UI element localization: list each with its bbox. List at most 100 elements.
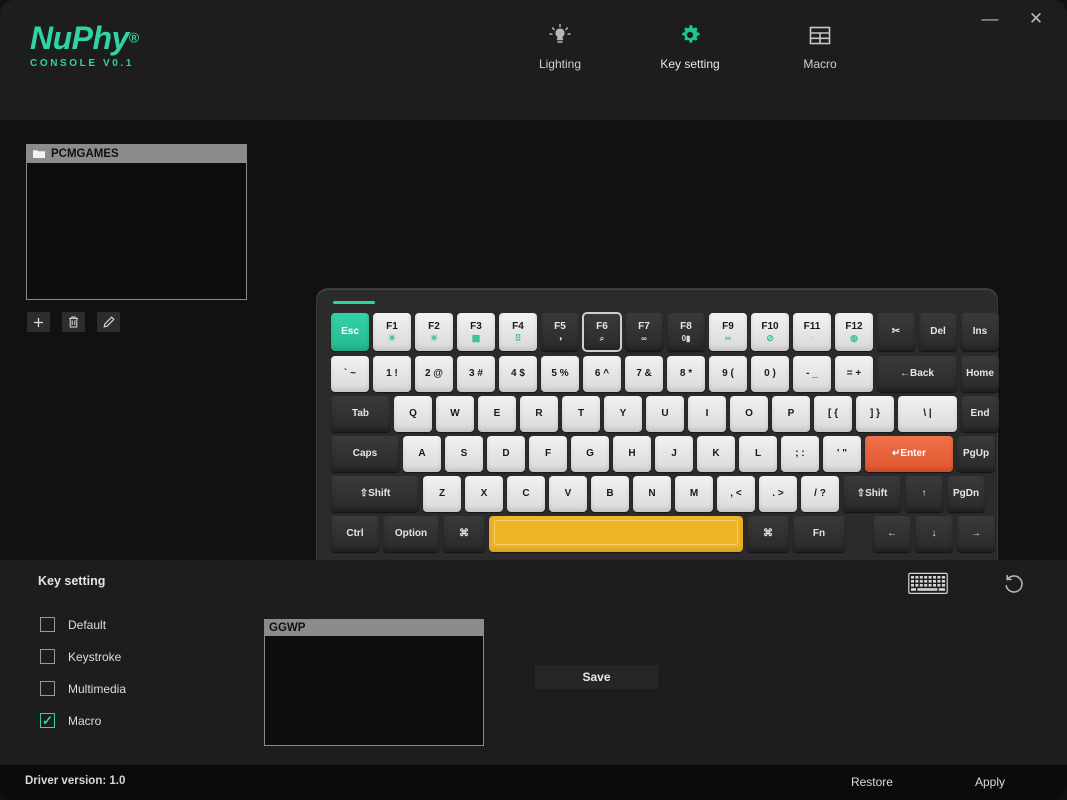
key-f2[interactable]: F2 ☀ <box>415 313 453 351</box>
key-r[interactable]: R <box>520 396 558 432</box>
key-space[interactable]: ; : <box>781 436 819 472</box>
option-keystroke[interactable]: Keystroke <box>40 649 126 664</box>
key-f3[interactable]: F3 ▩ <box>457 313 495 351</box>
key-z[interactable]: Z <box>423 476 461 512</box>
key-space[interactable]: . > <box>759 476 797 512</box>
key-a[interactable]: A <box>403 436 441 472</box>
key-f12[interactable]: F12 ◍ <box>835 313 873 351</box>
key-3[interactable]: 3 # <box>457 356 495 392</box>
key-ins[interactable]: Ins <box>961 313 999 351</box>
key-fn[interactable]: Fn <box>793 516 845 552</box>
key-e[interactable]: E <box>478 396 516 432</box>
key-home[interactable]: Home <box>961 356 999 392</box>
key-u[interactable]: U <box>646 396 684 432</box>
key-f[interactable]: F <box>529 436 567 472</box>
key-caps[interactable]: Caps <box>331 436 399 472</box>
key-space[interactable]: , < <box>717 476 755 512</box>
key-1[interactable]: 1 ! <box>373 356 411 392</box>
nav-item-key-setting[interactable]: Key setting <box>650 22 730 71</box>
checkbox-default[interactable] <box>40 617 55 632</box>
key-v[interactable]: V <box>549 476 587 512</box>
key-l[interactable]: L <box>739 436 777 472</box>
key-k[interactable]: K <box>697 436 735 472</box>
reset-icon[interactable] <box>1003 573 1025 595</box>
key-4[interactable]: 4 $ <box>499 356 537 392</box>
key-f4[interactable]: F4 ⠿ <box>499 313 537 351</box>
key-x[interactable]: X <box>465 476 503 512</box>
checkbox-keystroke[interactable] <box>40 649 55 664</box>
key-i[interactable]: I <box>688 396 726 432</box>
key-m[interactable]: M <box>675 476 713 512</box>
key-pgdn[interactable]: PgDn <box>947 476 985 512</box>
key-space[interactable]: ← <box>873 516 911 552</box>
key-g[interactable]: G <box>571 436 609 472</box>
key-space[interactable]: [ { <box>814 396 852 432</box>
key-space[interactable]: \ | <box>898 396 957 432</box>
macro-list-item[interactable]: GGWP <box>265 620 483 636</box>
key-b[interactable]: B <box>591 476 629 512</box>
key-9[interactable]: 9 ( <box>709 356 747 392</box>
key-space[interactable]: ⌘ <box>747 516 789 552</box>
key-j[interactable]: J <box>655 436 693 472</box>
option-default[interactable]: Default <box>40 617 126 632</box>
nav-item-lighting[interactable]: Lighting <box>520 22 600 71</box>
key-5[interactable]: 5 % <box>541 356 579 392</box>
key-w[interactable]: W <box>436 396 474 432</box>
delete-profile-button[interactable] <box>62 312 85 332</box>
key-space[interactable]: ↓ <box>915 516 953 552</box>
key-6[interactable]: 6 ^ <box>583 356 621 392</box>
key-esc[interactable]: Esc <box>331 313 369 351</box>
key-c[interactable]: C <box>507 476 545 512</box>
key-space[interactable]: ` ~ <box>331 356 369 392</box>
option-macro[interactable]: Macro <box>40 713 126 728</box>
key-space[interactable]: → <box>957 516 995 552</box>
key-f11[interactable]: F11 ◌ <box>793 313 831 351</box>
key-shift[interactable]: ⇧Shift <box>331 476 419 512</box>
save-button[interactable]: Save <box>535 665 658 689</box>
key-tab[interactable]: Tab <box>331 396 390 432</box>
key-f9[interactable]: F9 ∞ <box>709 313 747 351</box>
key-end[interactable]: End <box>961 396 999 432</box>
key-f7[interactable]: F7 ∞ <box>625 313 663 351</box>
key-d[interactable]: D <box>487 436 525 472</box>
key-7[interactable]: 7 & <box>625 356 663 392</box>
key-y[interactable]: Y <box>604 396 642 432</box>
restore-button[interactable]: Restore <box>851 775 893 789</box>
key-space[interactable]: ' " <box>823 436 861 472</box>
key-back[interactable]: ←Back <box>877 356 957 392</box>
key-8[interactable]: 8 * <box>667 356 705 392</box>
key-enter[interactable]: ↵Enter <box>865 436 953 472</box>
key-t[interactable]: T <box>562 396 600 432</box>
checkbox-macro[interactable] <box>40 713 55 728</box>
key-del[interactable]: Del <box>919 313 957 351</box>
key-space[interactable]: ↑ <box>905 476 943 512</box>
key-pgup[interactable]: PgUp <box>957 436 995 472</box>
key-space[interactable] <box>489 516 743 552</box>
option-multimedia[interactable]: Multimedia <box>40 681 126 696</box>
keyboard-icon[interactable] <box>908 572 948 595</box>
key-f8[interactable]: F8 0▮ <box>667 313 705 351</box>
nav-item-macro[interactable]: Macro <box>780 22 860 71</box>
edit-profile-button[interactable] <box>97 312 120 332</box>
key-space[interactable]: - _ <box>793 356 831 392</box>
profile-list-item[interactable]: PCMGAMES <box>27 145 246 163</box>
key-f1[interactable]: F1 ☀ <box>373 313 411 351</box>
key-space[interactable]: ] } <box>856 396 894 432</box>
key-f6[interactable]: F6 ⌕ <box>582 312 622 352</box>
key-option[interactable]: Option <box>383 516 439 552</box>
key-space[interactable]: / ? <box>801 476 839 512</box>
key-s[interactable]: S <box>445 436 483 472</box>
key-p[interactable]: P <box>772 396 810 432</box>
apply-button[interactable]: Apply <box>975 775 1005 789</box>
key-space[interactable]: ✂ <box>877 313 915 351</box>
key-n[interactable]: N <box>633 476 671 512</box>
key-0[interactable]: 0 ) <box>751 356 789 392</box>
minimize-icon[interactable]: — <box>977 6 1003 32</box>
key-q[interactable]: Q <box>394 396 432 432</box>
key-space[interactable]: ⌘ <box>443 516 485 552</box>
key-f5[interactable]: F5 ◑ <box>541 313 579 351</box>
checkbox-multimedia[interactable] <box>40 681 55 696</box>
key-ctrl[interactable]: Ctrl <box>331 516 379 552</box>
key-2[interactable]: 2 @ <box>415 356 453 392</box>
close-icon[interactable]: ✕ <box>1023 6 1049 32</box>
